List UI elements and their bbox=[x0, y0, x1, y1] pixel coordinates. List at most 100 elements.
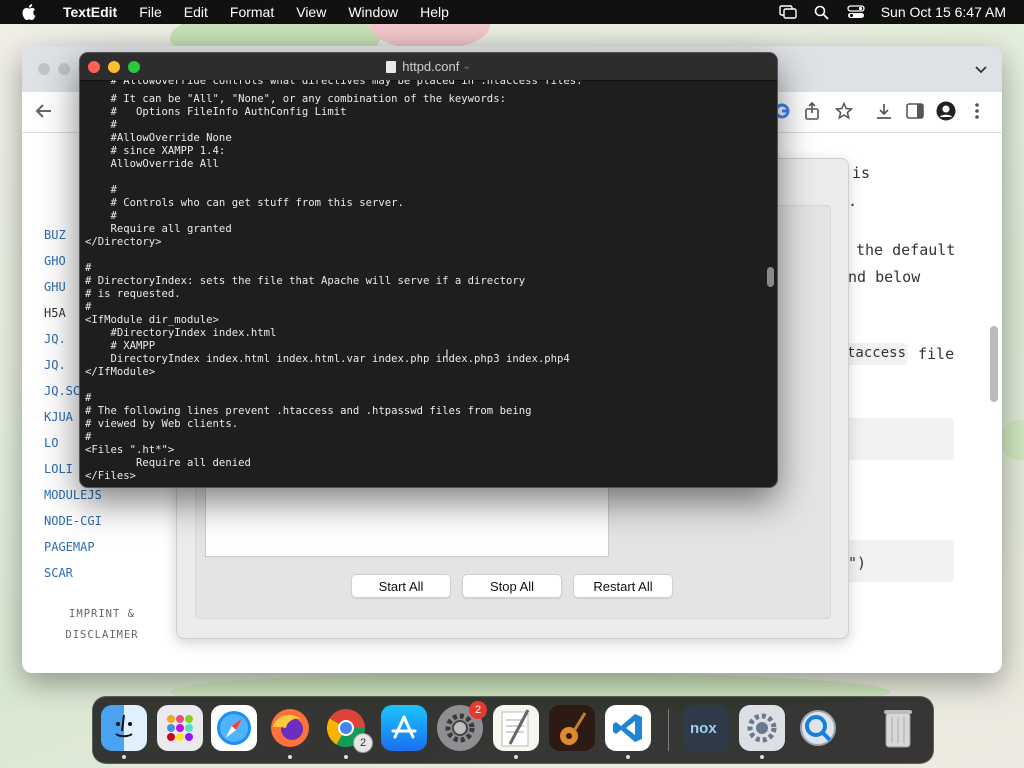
editor-scrollbar[interactable] bbox=[767, 267, 774, 287]
wallpaper-shape bbox=[1000, 420, 1024, 460]
more-menu-icon[interactable] bbox=[967, 101, 987, 121]
code-line: # AllowOverride controls what directives… bbox=[85, 80, 583, 87]
code-line: DirectoryIndex index.html index.html.var… bbox=[85, 353, 570, 365]
code-line: </Directory> bbox=[85, 236, 162, 248]
dock-separator bbox=[668, 709, 669, 751]
chevron-down-icon[interactable] bbox=[974, 62, 988, 76]
code-line: # Controls who can get stuff from this s… bbox=[85, 197, 404, 209]
safari-icon[interactable] bbox=[211, 705, 257, 751]
start-all-button[interactable]: Start All bbox=[351, 574, 451, 598]
code-line: # is requested. bbox=[85, 288, 181, 300]
code-line: </IfModule> bbox=[85, 366, 156, 378]
profile-avatar-icon[interactable] bbox=[936, 101, 956, 121]
inline-code: taccess bbox=[847, 345, 907, 361]
chrome-profile-badge: 2 bbox=[353, 733, 373, 753]
side-panel-icon[interactable] bbox=[905, 101, 925, 121]
svg-text:nox: nox bbox=[690, 720, 717, 737]
stop-all-button[interactable]: Stop All bbox=[462, 574, 562, 598]
code-line: # XAMPP bbox=[85, 340, 156, 352]
imprint-link[interactable]: IMPRINT & DISCLAIMER bbox=[62, 604, 142, 646]
firefox-icon[interactable] bbox=[267, 705, 313, 751]
code-line: # bbox=[85, 262, 92, 274]
menu-window[interactable]: Window bbox=[337, 0, 409, 24]
sidebar-link[interactable]: PAGEMAP bbox=[44, 534, 102, 560]
quicktime-icon[interactable] bbox=[795, 705, 841, 751]
article-text: the default bbox=[856, 241, 956, 259]
editor-title[interactable]: httpd.conf ⌄ bbox=[80, 53, 777, 80]
menu-edit[interactable]: Edit bbox=[173, 0, 219, 24]
dock: 2 2 nox bbox=[92, 696, 934, 764]
minimize-button[interactable] bbox=[58, 63, 70, 75]
code-line: <Files ".ht*"> bbox=[85, 444, 175, 456]
code-line: <IfModule dir_module> bbox=[85, 314, 219, 326]
running-indicator bbox=[122, 755, 126, 759]
code-line: # viewed by Web clients. bbox=[85, 418, 239, 430]
article-text: file bbox=[918, 345, 955, 363]
article-text: . bbox=[848, 192, 858, 210]
xampp-log-area[interactable] bbox=[205, 479, 609, 557]
text-cursor-icon: I bbox=[445, 346, 449, 362]
editor-title-text: httpd.conf bbox=[402, 59, 460, 74]
download-icon[interactable] bbox=[874, 101, 894, 121]
code-line: Require all denied bbox=[85, 457, 251, 469]
code-line: #AllowOverride None bbox=[85, 132, 232, 144]
code-line: # The following lines prevent .htaccess … bbox=[85, 405, 532, 417]
code-line: # bbox=[85, 301, 92, 313]
finder-icon[interactable] bbox=[101, 705, 147, 751]
control-center-icon[interactable] bbox=[839, 0, 873, 24]
article-text: nd below bbox=[848, 268, 921, 286]
menu-view[interactable]: View bbox=[285, 0, 337, 24]
code-line: # bbox=[85, 431, 92, 443]
running-indicator bbox=[626, 755, 630, 759]
code-line: Require all granted bbox=[85, 223, 232, 235]
menu-app-name[interactable]: TextEdit bbox=[52, 0, 128, 24]
menu-bar: TextEdit File Edit Format View Window He… bbox=[0, 0, 1024, 24]
trash-icon[interactable] bbox=[875, 705, 921, 751]
menu-file[interactable]: File bbox=[128, 0, 173, 24]
running-indicator bbox=[760, 755, 764, 759]
spotlight-search-icon[interactable] bbox=[805, 0, 839, 24]
app-store-icon[interactable] bbox=[381, 705, 427, 751]
back-arrow-icon[interactable] bbox=[34, 101, 54, 121]
sidebar-link[interactable]: NODE-CGI bbox=[44, 508, 102, 534]
menu-help[interactable]: Help bbox=[409, 0, 460, 24]
code-line: # bbox=[85, 392, 92, 404]
running-indicator bbox=[344, 755, 348, 759]
restart-all-button[interactable]: Restart All bbox=[573, 574, 673, 598]
vscode-icon[interactable] bbox=[605, 705, 651, 751]
textedit-icon[interactable] bbox=[493, 705, 539, 751]
browser-scrollbar[interactable] bbox=[990, 326, 998, 402]
apple-menu-icon[interactable] bbox=[18, 0, 40, 24]
code-lines: # It can be "All", "None", or any combin… bbox=[85, 93, 765, 480]
menu-format[interactable]: Format bbox=[219, 0, 285, 24]
bookmark-star-icon[interactable] bbox=[834, 101, 854, 121]
running-indicator bbox=[288, 755, 292, 759]
code-line: #DirectoryIndex index.html bbox=[85, 327, 277, 339]
garageband-icon[interactable] bbox=[549, 705, 595, 751]
running-indicator bbox=[514, 755, 518, 759]
code-block-text: ") bbox=[848, 554, 867, 572]
code-line: # bbox=[85, 210, 117, 222]
editor-title-bar: httpd.conf ⌄ bbox=[80, 53, 777, 81]
gear-app-icon[interactable] bbox=[739, 705, 785, 751]
code-line: # bbox=[85, 184, 117, 196]
code-line: # It can be "All", "None", or any combin… bbox=[85, 93, 506, 105]
code-line: </Files> bbox=[85, 470, 137, 480]
launchpad-icon[interactable] bbox=[157, 705, 203, 751]
chevron-down-icon: ⌄ bbox=[462, 61, 471, 72]
share-icon[interactable] bbox=[802, 101, 822, 121]
code-line: AllowOverride All bbox=[85, 158, 219, 170]
code-block bbox=[840, 418, 954, 460]
nox-icon[interactable]: nox bbox=[683, 705, 729, 751]
menu-clock[interactable]: Sun Oct 15 6:47 AM bbox=[873, 4, 1024, 20]
close-button[interactable] bbox=[38, 63, 50, 75]
document-icon bbox=[386, 60, 397, 73]
code-line: # since XAMPP 1.4: bbox=[85, 145, 226, 157]
code-line: # bbox=[85, 119, 117, 131]
screen-mirroring-icon[interactable] bbox=[771, 0, 805, 24]
sidebar-link[interactable]: SCAR bbox=[44, 560, 102, 586]
editor-text-area[interactable]: # AllowOverride controls what directives… bbox=[85, 80, 765, 480]
